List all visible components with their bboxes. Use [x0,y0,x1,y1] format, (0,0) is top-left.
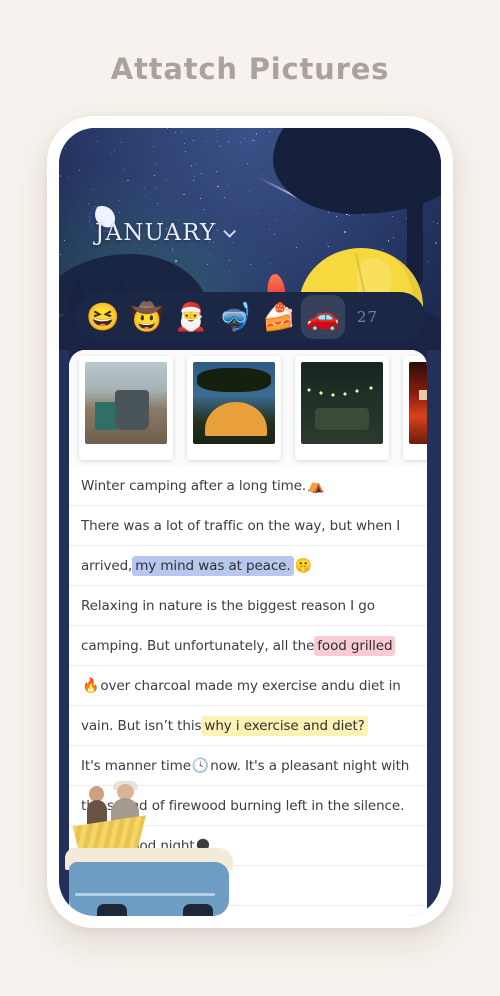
note-text: Relaxing in nature is the biggest reason… [81,598,375,614]
page-edge-right [427,350,441,916]
shortcake-sticker[interactable]: 🍰 [257,295,301,339]
phone-screen: JANUARY SunMonTueWedThuFriSat 😆🤠🎅🤿🍰🚗27 W… [59,128,441,916]
page-edge-left [59,350,69,916]
photo-strip[interactable] [69,350,427,466]
car-sticker[interactable]: 🚗 [301,295,345,339]
photo-campfire-embers[interactable] [403,356,427,460]
photo-campfire-embers-image [409,362,427,444]
highlighted-text: my mind was at peace. [132,556,294,576]
month-label: JANUARY [95,220,217,246]
photo-string-lights[interactable] [295,356,389,460]
note-text: It's manner time [81,758,191,774]
photo-camping-mug-image [85,362,167,444]
note-text: There was a lot of traffic on the way, b… [81,518,401,534]
photo-string-lights-image [301,362,383,444]
note-line-6[interactable]: 🔥 over charcoal made my exercise andu di… [69,666,427,706]
note-text: over charcoal made my exercise andu diet… [100,678,401,694]
note-text: the sound of firewood burning left in th… [81,798,405,814]
note-text: Winter camping after a long time. [81,478,307,494]
inline-emoji-icon: 🔥 [82,678,100,694]
photo-camping-mug[interactable] [79,356,173,460]
note-sheet: Winter camping after a long time. ⛺ There … [69,350,427,916]
note-text: arrived, [81,558,133,574]
note-line-7[interactable]: vain. But isn’t this why i exercise and … [69,706,427,746]
sticker-bar[interactable]: 😆 🤠 🎅 🤿 🍰 🚗 27 [75,292,425,342]
note-text: now. It's a pleasant night with [210,758,410,774]
note-text: camping. But unfortunately, all the [81,638,315,654]
note-line-10[interactable]: Good night 🌑 [69,826,427,866]
cowboy-hat-face-sticker[interactable]: 🤠 [125,295,169,339]
inline-emoji-icon: 🌑 [195,838,211,854]
highlighted-text: food grilled [314,636,396,656]
diving-mask-sticker[interactable]: 🤿 [213,295,257,339]
note-line-3[interactable]: arrived, my mind was at peace. 🤫 [69,546,427,586]
note-line-2[interactable]: There was a lot of traffic on the way, b… [69,506,427,546]
santa-claus-sticker[interactable]: 🎅 [169,295,213,339]
note-line-8[interactable]: It's manner time 🕓 now. It's a pleasant n… [69,746,427,786]
note-text: vain. But isn’t this [81,718,202,734]
note-text-area[interactable]: Winter camping after a long time. ⛺ There … [69,466,427,916]
page-title: Attatch Pictures [110,52,390,86]
note-line-4[interactable]: Relaxing in nature is the biggest reason… [69,586,427,626]
tree-canopy-secondary-shape [295,132,395,190]
photo-yellow-tent-image [193,362,275,444]
photo-yellow-tent[interactable] [187,356,281,460]
note-line-1[interactable]: Winter camping after a long time. ⛺ [69,466,427,506]
phone-frame: JANUARY SunMonTueWedThuFriSat 😆🤠🎅🤿🍰🚗27 W… [47,116,453,928]
highlighted-text: why i exercise and diet? [201,716,368,736]
inline-emoji-icon: 🤫 [294,558,312,574]
note-line-5[interactable]: camping. But unfortunately, all the food… [69,626,427,666]
inline-emoji-icon: 🕓 [191,758,210,774]
inline-emoji-icon: ⛺ [307,478,325,494]
laughing-face-sticker[interactable]: 😆 [81,295,125,339]
month-selector[interactable]: JANUARY [95,220,237,246]
note-text: Good night [121,838,195,854]
day-number: 27 [357,308,379,326]
note-line-9[interactable]: the sound of firewood burning left in th… [69,786,427,826]
